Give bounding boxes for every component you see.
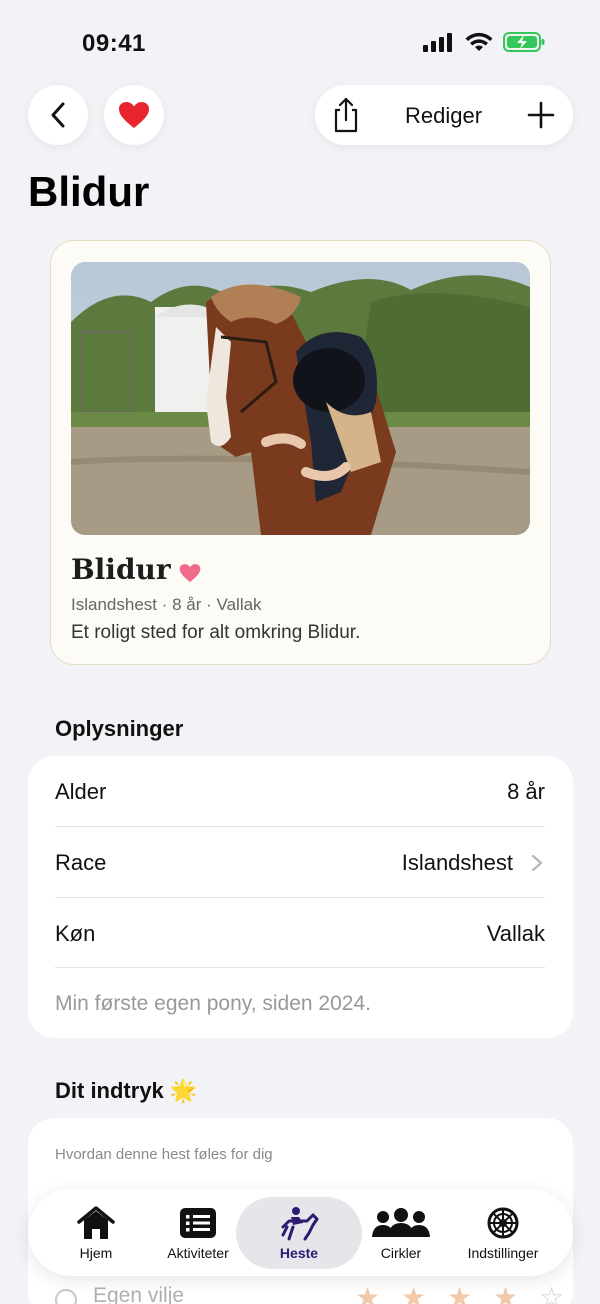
tab-home[interactable]: Hjem xyxy=(46,1189,146,1276)
impression-row: Egen vilje ★ ★ ★ ★ ☆ xyxy=(55,1284,564,1304)
horse-profile-card[interactable]: Blidur Islandshest · 8 år · Vallak Et ro… xyxy=(50,240,551,665)
horse-meta: Islandshest · 8 år · Vallak xyxy=(71,595,262,614)
info-section-title: Oplysninger xyxy=(55,716,184,741)
info-row-gender: Køn Vallak xyxy=(55,898,545,968)
horse-photo xyxy=(71,262,530,535)
tab-label: Indstillinger xyxy=(467,1245,539,1261)
settings-wheel-icon xyxy=(487,1207,519,1239)
tab-activities[interactable]: Aktiviteter xyxy=(148,1189,248,1276)
trait-icon xyxy=(55,1289,77,1304)
share-icon[interactable] xyxy=(331,97,361,133)
info-row-breed[interactable]: Race Islandshest xyxy=(55,827,545,897)
horse-rider-icon xyxy=(281,1207,319,1241)
tab-horses[interactable]: Heste xyxy=(236,1189,362,1276)
page-title: Blidur xyxy=(28,168,150,215)
info-row-age: Alder 8 år xyxy=(55,756,545,826)
list-icon xyxy=(180,1208,216,1238)
info-value: Islandshest xyxy=(401,850,513,875)
rating-star-icon[interactable]: ★ xyxy=(355,1284,380,1304)
action-pill: Rediger xyxy=(315,85,573,145)
tab-circles[interactable]: Cirkler xyxy=(351,1189,451,1276)
impression-hint: Hvordan denne hest føles for dig xyxy=(55,1146,273,1163)
battery-icon xyxy=(503,32,545,52)
tab-label: Aktiviteter xyxy=(167,1245,229,1261)
back-button[interactable] xyxy=(28,85,88,145)
wifi-icon xyxy=(465,32,493,51)
trait-label: Egen vilje xyxy=(93,1284,185,1304)
tab-settings[interactable]: Indstillinger xyxy=(453,1189,553,1276)
edit-button[interactable]: Rediger xyxy=(405,103,482,129)
horse-description: Et roligt sted for alt omkring Blidur. xyxy=(71,622,361,643)
signal-icon xyxy=(423,33,452,52)
favorite-button[interactable] xyxy=(104,85,164,145)
info-note: Min første egen pony, siden 2024. xyxy=(55,992,371,1015)
plus-icon[interactable] xyxy=(527,101,555,129)
house-icon xyxy=(77,1206,115,1239)
rating-star-icon[interactable]: ★ xyxy=(493,1284,518,1304)
info-value: 8 år xyxy=(507,779,545,804)
info-label: Køn xyxy=(55,921,96,946)
divider xyxy=(55,967,545,968)
info-value: Vallak xyxy=(486,921,545,946)
heart-icon xyxy=(119,102,149,128)
people-icon xyxy=(372,1208,430,1237)
status-time: 09:41 xyxy=(82,30,146,57)
tab-bar: Hjem Aktiviteter Heste Cirkler Indstilli… xyxy=(28,1189,573,1276)
info-label: Race xyxy=(55,850,107,875)
rating-star-icon[interactable]: ★ xyxy=(447,1284,472,1304)
status-icons xyxy=(423,32,545,52)
info-card: Alder 8 år Race Islandshest Køn Vallak M… xyxy=(28,756,573,1038)
tab-label: Hjem xyxy=(79,1245,113,1261)
chevron-left-icon xyxy=(51,102,65,128)
status-bar: 09:41 xyxy=(0,0,600,90)
horse-name: Blidur xyxy=(71,553,171,586)
rating-star-icon[interactable]: ☆ xyxy=(539,1284,564,1304)
tab-label: Heste xyxy=(279,1245,319,1261)
tab-label: Cirkler xyxy=(380,1245,422,1261)
rating-star-icon[interactable]: ★ xyxy=(401,1284,426,1304)
chevron-right-icon xyxy=(531,854,543,872)
heart-icon xyxy=(179,564,201,582)
impression-section-title: Dit indtryk 🌟 xyxy=(55,1078,198,1103)
info-label: Alder xyxy=(55,779,107,804)
